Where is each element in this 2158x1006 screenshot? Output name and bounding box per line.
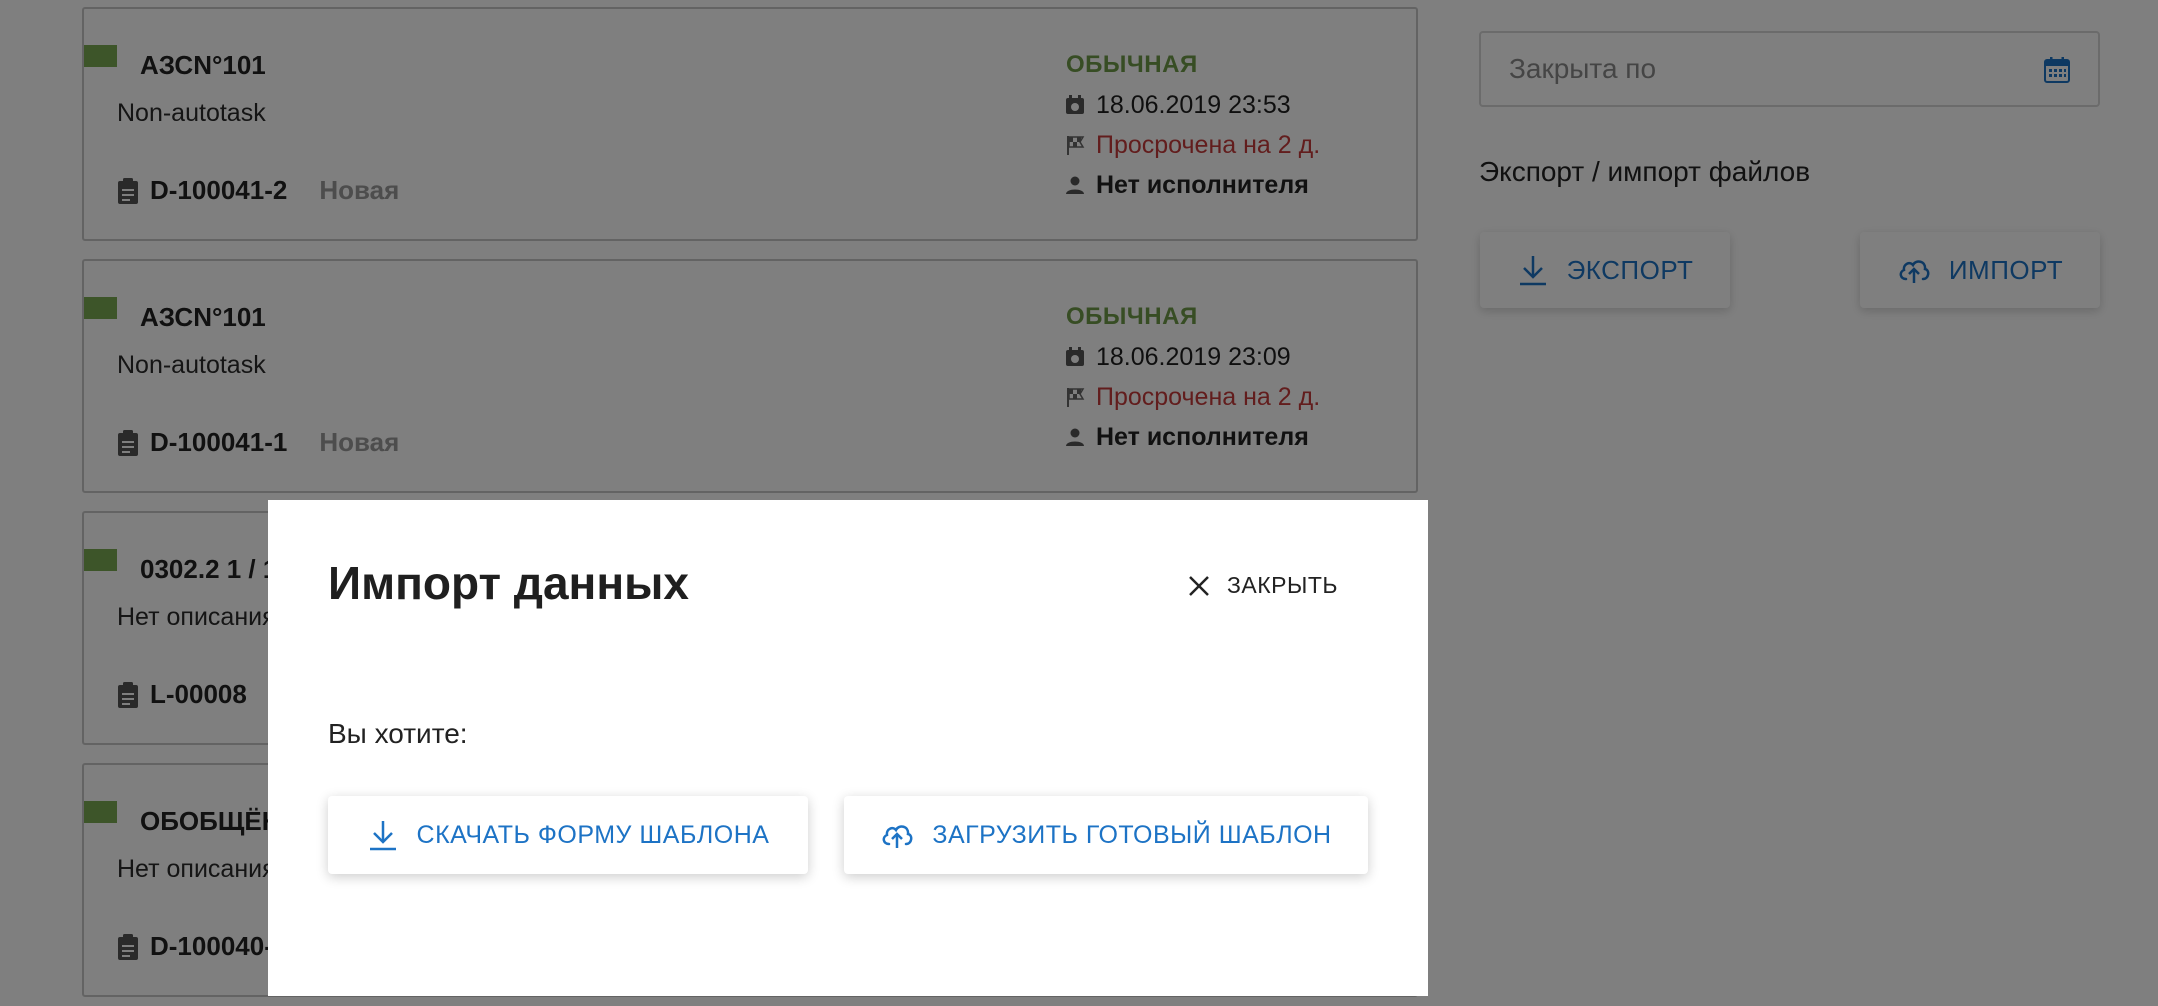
task-list-page: АЗСN°101 Non-autotask D-100041-2 Новая О…: [0, 0, 2158, 1006]
close-modal-button[interactable]: ЗАКРЫТЬ: [1187, 572, 1338, 599]
cloud-upload-icon: [882, 825, 913, 848]
download-template-button[interactable]: СКАЧАТЬ ФОРМУ ШАБЛОНА: [328, 796, 808, 874]
close-icon: [1189, 575, 1209, 596]
modal-question: Вы хотите:: [328, 718, 468, 749]
download-icon: [369, 821, 396, 851]
import-data-modal: Импорт данных ЗАКРЫТЬ Вы хотите: СКАЧАТЬ…: [268, 500, 1428, 996]
upload-template-label: ЗАГРУЗИТЬ ГОТОВЫЙ ШАБЛОН: [932, 820, 1332, 849]
download-template-label: СКАЧАТЬ ФОРМУ ШАБЛОНА: [416, 820, 770, 849]
upload-template-button[interactable]: ЗАГРУЗИТЬ ГОТОВЫЙ ШАБЛОН: [844, 796, 1368, 874]
modal-title: Импорт данных: [328, 557, 689, 609]
close-modal-label: ЗАКРЫТЬ: [1227, 572, 1338, 598]
